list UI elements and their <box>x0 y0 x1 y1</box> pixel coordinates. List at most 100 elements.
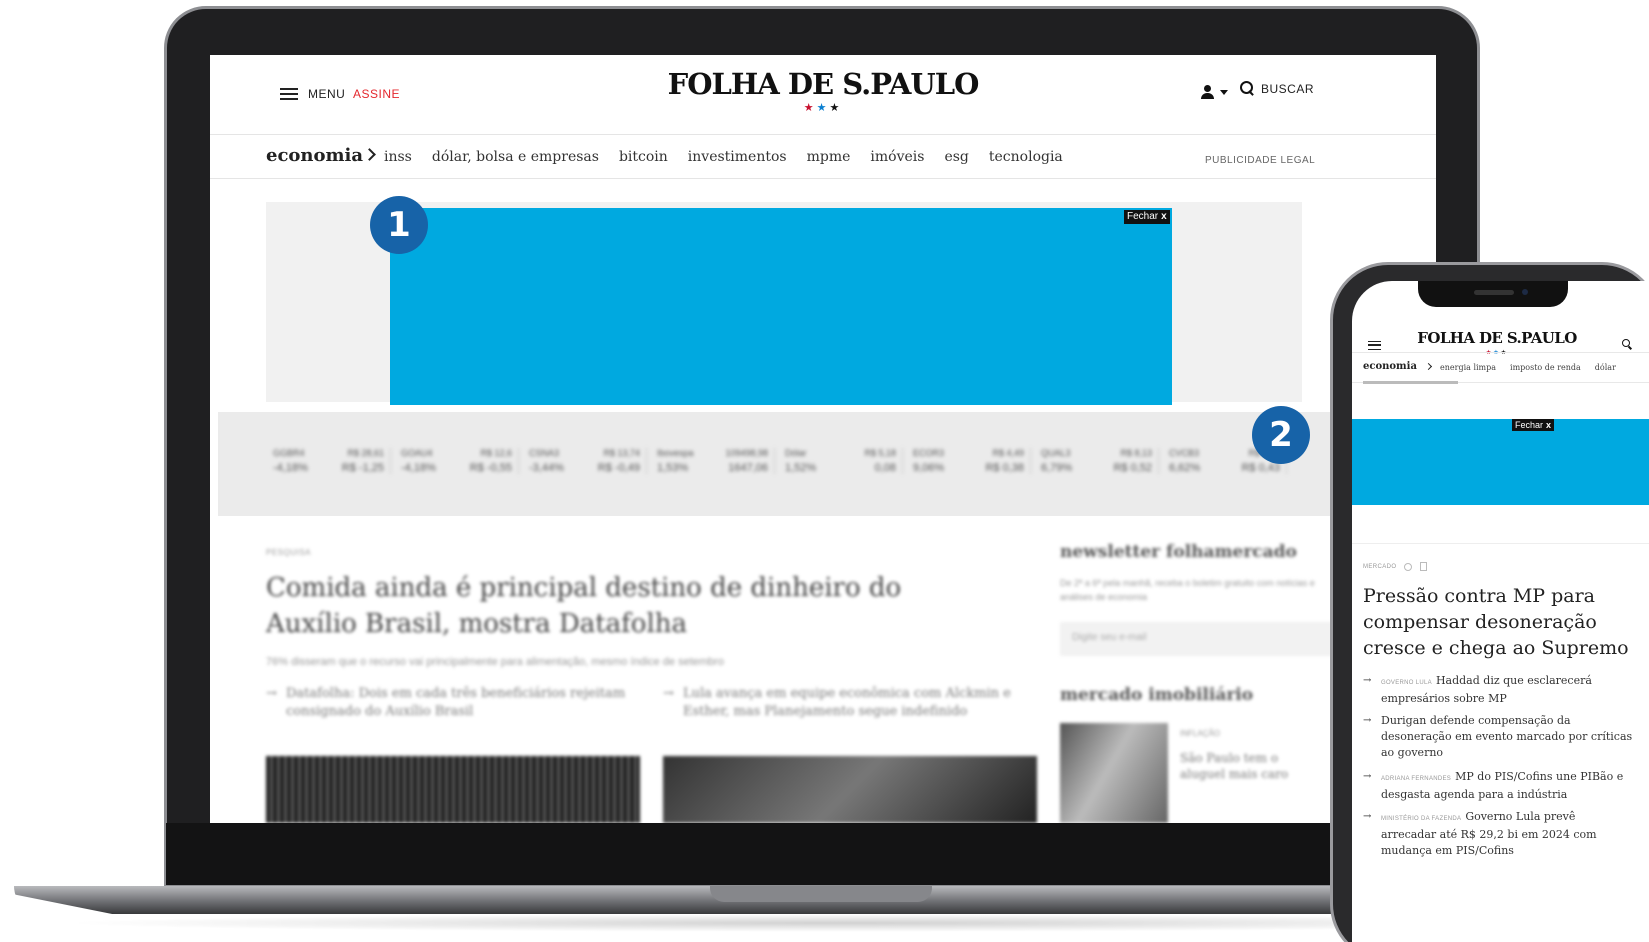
section-nav: economia inss dólar, bolsa e empresas bi… <box>210 135 1436 179</box>
search-icon[interactable] <box>1622 339 1633 350</box>
divider <box>1352 543 1649 544</box>
laptop-bezel-bottom <box>166 823 1478 885</box>
ticker-price: R$ 8,13 <box>1120 448 1152 458</box>
article-kicker: MERCADO <box>1363 562 1428 571</box>
ticker-price: R$ 13,74 <box>603 448 640 458</box>
search-label: BUSCAR <box>1261 81 1315 96</box>
nav-link-tecnologia[interactable]: tecnologia <box>989 149 1063 165</box>
newsletter-description: De 2ª a 6ª pela manhã, receba o boletim … <box>1060 578 1315 602</box>
ticker-symbol: ECOR3 <box>913 448 945 458</box>
number-badge: 2 <box>1252 406 1310 464</box>
nav-link-energia-limpa[interactable]: energia limpa <box>1440 363 1496 372</box>
related-link[interactable]: → MINISTÉRIO DA FAZENDA Governo Lula prev… <box>1363 809 1633 859</box>
ticker-price: R$ 12,6 <box>480 448 512 458</box>
bookmark-icon[interactable] <box>1420 562 1428 571</box>
nav-link-mpme[interactable]: mpme <box>807 149 851 165</box>
nav-link-dolar[interactable]: dólar <box>1595 363 1616 372</box>
ad-close-button[interactable]: Fechar x <box>1124 210 1170 224</box>
ad-banner[interactable] <box>390 208 1172 405</box>
mobile-screen: FOLHA DE S.PAULO ★★★ economia energia li… <box>1352 281 1649 942</box>
related-text: Durigan defende compensação da desoneraç… <box>1381 714 1633 759</box>
nav-link-bitcoin[interactable]: bitcoin <box>619 149 668 165</box>
arrow-right-icon: → <box>1363 771 1372 782</box>
ticker-item[interactable]: Dólar R$ 5,18 1,52% 0,08 <box>785 448 903 474</box>
newsletter-title: newsletter folhamercado <box>1060 542 1297 562</box>
related-link[interactable]: Datafolha: Dois em cada três beneficiári… <box>266 685 626 721</box>
close-icon: x <box>1161 211 1167 222</box>
search-button[interactable]: BUSCAR <box>1240 81 1314 96</box>
section-title-mercado-imobiliario[interactable]: mercado imobiliário <box>1060 685 1253 705</box>
ticker-percent: 1,52% <box>785 462 817 474</box>
ticker-symbol: QUAL3 <box>1041 448 1071 458</box>
related-link[interactable]: → GOVERNO LULA Haddad diz que esclarecerá… <box>1363 673 1633 707</box>
section-nav: economia energia limpa imposto de renda … <box>1352 352 1649 384</box>
caret-down-icon <box>1220 89 1228 95</box>
number-badge: 1 <box>370 196 428 254</box>
user-icon <box>1200 84 1216 100</box>
article-image[interactable] <box>266 756 640 823</box>
ticker-symbol: GGBR4 <box>273 448 305 458</box>
related-link[interactable]: Lula avança em equipe econômica com Alck… <box>663 685 1023 721</box>
logo-stars: ★★★ <box>210 101 1436 114</box>
related-link[interactable]: → Durigan defende compensação da desoner… <box>1363 713 1633 761</box>
sidebar-kicker: INFLAÇÃO <box>1180 729 1221 738</box>
ticker-item[interactable]: ECOR3 R$ 4,49 9,06% R$ 0,38 <box>913 448 1031 474</box>
ad-close-button[interactable]: Fechar x <box>1512 419 1555 431</box>
ticker-change: 1647,06 <box>728 462 768 474</box>
ticker-percent: 1,53% <box>657 462 689 474</box>
ticker-symbol: CSNA3 <box>529 448 560 458</box>
star-blue-icon: ★ <box>816 102 830 114</box>
nav-section-title[interactable]: economia <box>1363 361 1417 372</box>
star-red-icon: ★ <box>803 102 817 114</box>
article-subline: 76% disseram que o recurso vai principal… <box>266 656 724 668</box>
laptop-notch <box>710 886 932 902</box>
ticker-symbol: CVCB3 <box>1169 448 1200 458</box>
article-image[interactable] <box>663 756 1037 823</box>
camera-icon <box>1522 289 1528 295</box>
ticker-change: R$ -0,49 <box>597 462 640 474</box>
kicker-label: MERCADO <box>1363 563 1397 570</box>
ticker-list: GGBR4 R$ 28,61 -4,18% R$ -1,25 GOAU4 R$ 12,6 -… <box>273 448 1287 474</box>
ticker-item[interactable]: GGBR4 R$ 28,61 -4,18% R$ -1,25 <box>273 448 391 474</box>
arrow-right-icon: → <box>1363 715 1372 726</box>
arrow-right-icon: → <box>1363 811 1372 822</box>
ticker-change: R$ 0,52 <box>1113 462 1152 474</box>
ticker-percent: 6,79% <box>1041 462 1073 474</box>
sidebar-headline[interactable]: São Paulo tem o aluguel mais caro <box>1180 750 1300 782</box>
chevron-right-icon <box>1424 362 1433 371</box>
close-icon: x <box>1546 420 1552 430</box>
article-headline[interactable]: Comida ainda é principal destino de dinh… <box>266 570 986 642</box>
ticker-price: 109498,98 <box>725 448 768 458</box>
ticker-item[interactable]: GOAU4 R$ 12,6 -4,18% R$ -0,55 <box>401 448 519 474</box>
nav-link-imoveis[interactable]: imóveis <box>870 149 924 165</box>
nav-link-investimentos[interactable]: investimentos <box>688 149 787 165</box>
user-account-button[interactable] <box>1200 84 1228 100</box>
ticker-item[interactable]: CSNA3 R$ 13,74 -3,44% R$ -0,49 <box>529 448 647 474</box>
publicidade-legal-link[interactable]: PUBLICIDADE LEGAL <box>1205 155 1315 166</box>
nav-section-title[interactable]: economia <box>266 145 363 166</box>
share-icon[interactable] <box>1404 562 1413 571</box>
nav-link-imposto-de-renda[interactable]: imposto de renda <box>1510 363 1581 372</box>
article-headline[interactable]: Pressão contra MP para compensar desoner… <box>1363 583 1633 661</box>
ad-banner[interactable] <box>1352 419 1649 505</box>
sidebar-image[interactable] <box>1060 723 1168 823</box>
site-logo[interactable]: FOLHA DE S.PAULO <box>1352 329 1642 347</box>
ticker-price: R$ 5,18 <box>864 448 896 458</box>
related-link[interactable]: → ADRIANA FERNANDES MP do PIS/Cofins une … <box>1363 769 1633 803</box>
site-header: MENU ASSINE FOLHA DE S.PAULO ★★★ BUSCAR <box>210 55 1436 135</box>
ticker-item[interactable]: Ibovespa 109498,98 1,53% 1647,06 <box>657 448 775 474</box>
nav-link-esg[interactable]: esg <box>944 149 968 165</box>
ticker-price: R$ 4,49 <box>992 448 1024 458</box>
email-field[interactable]: Digite seu e-mail <box>1060 622 1360 656</box>
ticker-percent: -4,18% <box>401 462 436 474</box>
nav-link-dolar-bolsa[interactable]: dólar, bolsa e empresas <box>432 149 599 165</box>
search-icon <box>1240 81 1255 96</box>
ad-close-label: Fechar <box>1127 211 1159 222</box>
ticker-price: R$ 28,61 <box>347 448 384 458</box>
nav-link-inss[interactable]: inss <box>384 149 412 165</box>
related-kicker: MINISTÉRIO DA FAZENDA <box>1381 816 1462 822</box>
ticker-percent: 9,06% <box>913 462 945 474</box>
ticker-item[interactable]: QUAL3 R$ 8,13 6,79% R$ 0,52 <box>1041 448 1159 474</box>
ticker-percent: 6,62% <box>1169 462 1201 474</box>
nav-links: inss dólar, bolsa e empresas bitcoin inv… <box>384 149 1063 165</box>
